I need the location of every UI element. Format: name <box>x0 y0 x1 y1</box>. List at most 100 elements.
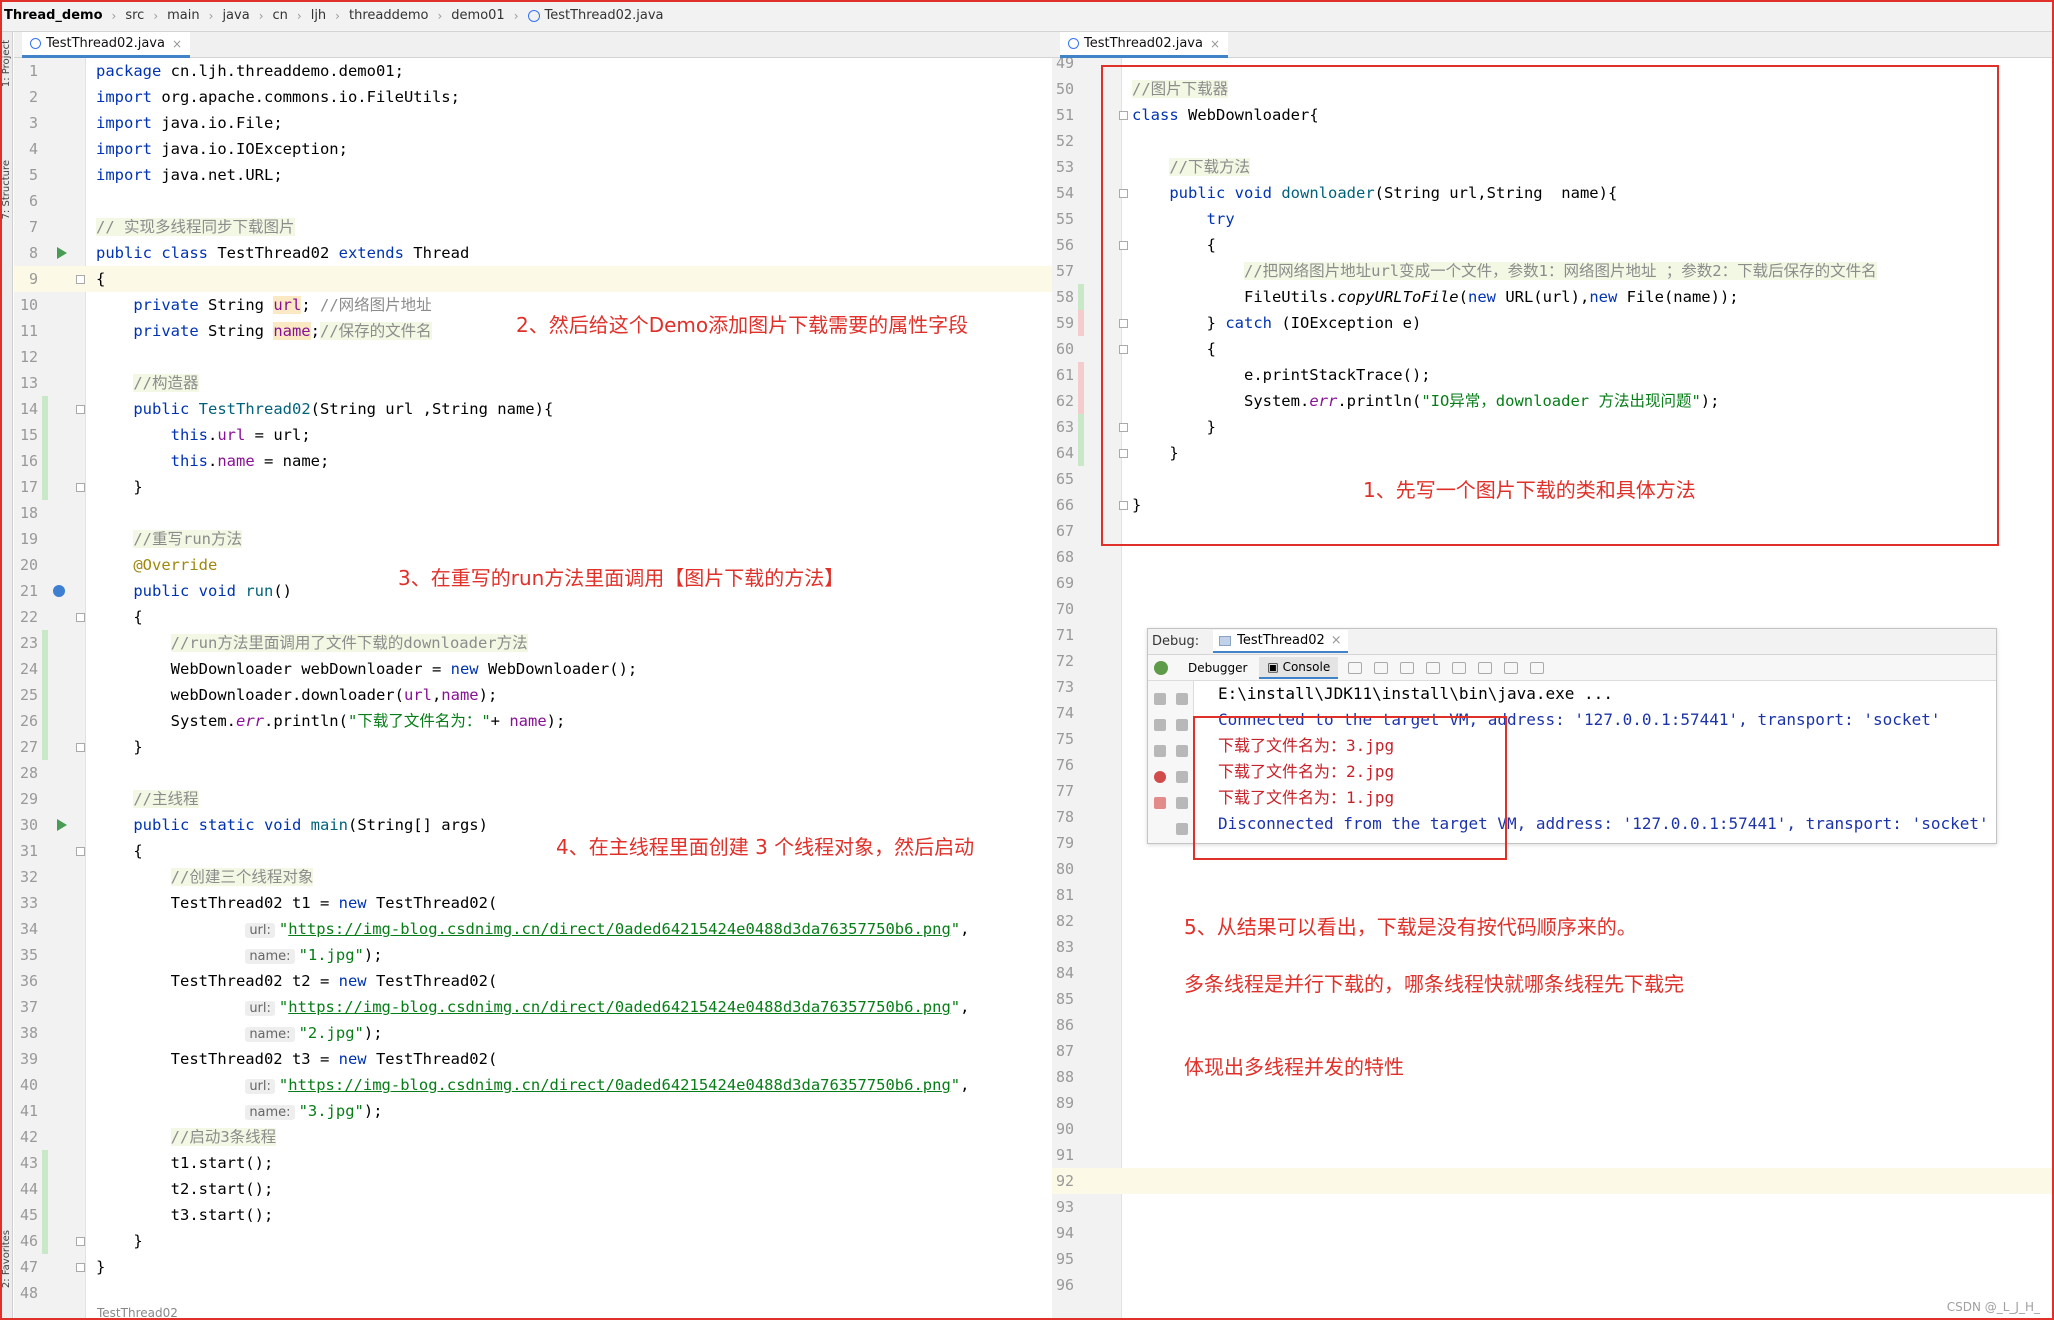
soft-wrap-icon[interactable] <box>1176 745 1188 757</box>
view-breakpoints-icon[interactable] <box>1154 771 1166 783</box>
scroll-to-end-icon[interactable] <box>1176 771 1188 783</box>
code-line[interactable]: 39 TestThread02 t3 = new TestThread02( <box>14 1046 1052 1072</box>
code-line[interactable]: 43 t1.start(); <box>14 1150 1052 1176</box>
code-line[interactable]: 6 <box>14 188 1052 214</box>
breadcrumb-item[interactable]: Thread_demo <box>4 8 103 23</box>
code-line[interactable]: 14 public TestThread02(String url ,Strin… <box>14 396 1052 422</box>
step-over-icon[interactable] <box>1374 661 1389 674</box>
menu-icon[interactable] <box>1348 661 1363 674</box>
breadcrumb-item[interactable]: java <box>222 8 249 23</box>
code-line[interactable]: 32 //创建三个线程对象 <box>14 864 1052 890</box>
step-out-icon[interactable] <box>1452 661 1467 674</box>
code-line[interactable]: 4 import java.io.IOException; <box>14 136 1052 162</box>
code-line[interactable]: 12 <box>14 344 1052 370</box>
left-code-editor[interactable]: 1 package cn.ljh.threaddemo.demo01; 2 impor… <box>14 58 1052 1320</box>
code-line[interactable]: 46 } <box>14 1228 1052 1254</box>
run-to-cursor-icon[interactable] <box>1478 661 1493 674</box>
run-class-icon[interactable] <box>57 247 67 259</box>
breadcrumb-item[interactable]: cn <box>273 8 288 23</box>
stop-icon[interactable] <box>1154 745 1166 757</box>
breadcrumb-item[interactable]: TestThread02.java <box>527 8 663 23</box>
resume-icon[interactable] <box>1154 693 1166 705</box>
code-line[interactable]: 28 <box>14 760 1052 786</box>
force-step-into-icon[interactable] <box>1426 661 1441 674</box>
print-icon[interactable] <box>1176 797 1188 809</box>
close-tab-icon[interactable]: × <box>172 37 182 51</box>
code-line[interactable]: 1 package cn.ljh.threaddemo.demo01; <box>14 58 1052 84</box>
run-main-icon[interactable] <box>57 819 67 831</box>
up-arrow-icon[interactable] <box>1176 693 1188 705</box>
breadcrumb-item[interactable]: src <box>125 8 144 23</box>
breadcrumb-item[interactable]: ljh <box>311 8 326 23</box>
code-line[interactable]: 86 <box>1052 1012 2054 1038</box>
code-line[interactable]: 35 name: "1.jpg"); <box>14 942 1052 968</box>
code-line[interactable]: 38 name: "2.jpg"); <box>14 1020 1052 1046</box>
code-line[interactable]: 15 this.url = url; <box>14 422 1052 448</box>
structure-tool-button[interactable]: 7: Structure <box>0 160 13 219</box>
debug-bug-icon[interactable] <box>1154 660 1168 675</box>
code-line[interactable]: 29 //主线程 <box>14 786 1052 812</box>
debug-session-tab[interactable]: TestThread02 × <box>1213 630 1348 653</box>
code-line[interactable]: 33 TestThread02 t1 = new TestThread02( <box>14 890 1052 916</box>
tab-console[interactable]: ▣ Console <box>1259 656 1339 679</box>
code-line[interactable]: 3 import java.io.File; <box>14 110 1052 136</box>
fold-marker-icon[interactable] <box>76 483 85 492</box>
close-tab-icon[interactable]: × <box>1210 37 1220 51</box>
tab-testthread02-left[interactable]: TestThread02.java × <box>22 32 191 58</box>
fold-marker-icon[interactable] <box>76 405 85 414</box>
code-line[interactable]: 25 webDownloader.downloader(url,name); <box>14 682 1052 708</box>
fold-marker-icon[interactable] <box>76 1263 85 1272</box>
code-line[interactable]: 68 <box>1052 544 2054 570</box>
trace-icon[interactable] <box>1530 661 1545 674</box>
breadcrumb-item[interactable]: threaddemo <box>349 8 428 23</box>
close-debug-session-icon[interactable]: × <box>1331 633 1342 648</box>
code-line[interactable]: 18 <box>14 500 1052 526</box>
code-line[interactable]: 19 //重写run方法 <box>14 526 1052 552</box>
code-line[interactable]: 8 public class TestThread02 extends Threa… <box>14 240 1052 266</box>
code-line[interactable]: 27 } <box>14 734 1052 760</box>
code-line[interactable]: 47} <box>14 1254 1052 1280</box>
fold-marker-icon[interactable] <box>76 847 85 856</box>
code-line[interactable]: 95 <box>1052 1246 2054 1272</box>
step-into-icon[interactable] <box>1400 661 1415 674</box>
code-line[interactable]: 24 WebDownloader webDownloader = new Web… <box>14 656 1052 682</box>
evaluate-icon[interactable] <box>1504 661 1519 674</box>
project-tool-button[interactable]: 1: Project <box>0 40 13 87</box>
code-line[interactable]: 9{ <box>14 266 1052 292</box>
code-line[interactable]: 48 <box>14 1280 1052 1306</box>
code-line[interactable]: 41 name: "3.jpg"); <box>14 1098 1052 1124</box>
code-line[interactable]: 22 { <box>14 604 1052 630</box>
fold-marker-icon[interactable] <box>76 613 85 622</box>
code-line[interactable]: 13 //构造器 <box>14 370 1052 396</box>
code-line[interactable]: 69 <box>1052 570 2054 596</box>
code-line[interactable]: 81 <box>1052 882 2054 908</box>
code-line[interactable]: 2 import org.apache.commons.io.FileUtils; <box>14 84 1052 110</box>
pause-icon[interactable] <box>1154 719 1166 731</box>
code-line[interactable]: 26 System.err.println("下载了文件名为："+ name); <box>14 708 1052 734</box>
code-line[interactable]: 91 <box>1052 1142 2054 1168</box>
tab-testthread02-right[interactable]: TestThread02.java × <box>1060 32 1229 58</box>
down-arrow-icon[interactable] <box>1176 719 1188 731</box>
code-line[interactable]: 92 <box>1052 1168 2054 1194</box>
breadcrumb-item[interactable]: demo01 <box>451 8 504 23</box>
fold-marker-icon[interactable] <box>76 275 85 284</box>
breadcrumb-item[interactable]: main <box>167 8 199 23</box>
code-line[interactable]: 45 t3.start(); <box>14 1202 1052 1228</box>
favorites-tool-button[interactable]: 2: Favorites <box>0 1230 13 1288</box>
code-line[interactable]: 93 <box>1052 1194 2054 1220</box>
code-line[interactable]: 34 url: "https://img-blog.csdnimg.cn/dire… <box>14 916 1052 942</box>
code-line[interactable]: 96 <box>1052 1272 2054 1298</box>
code-line[interactable]: 7 // 实现多线程同步下载图片 <box>14 214 1052 240</box>
code-line[interactable]: 94 <box>1052 1220 2054 1246</box>
code-line[interactable]: 90 <box>1052 1116 2054 1142</box>
code-line[interactable]: 40 url: "https://img-blog.csdnimg.cn/dire… <box>14 1072 1052 1098</box>
override-method-icon[interactable] <box>53 585 65 597</box>
code-line[interactable]: 17 } <box>14 474 1052 500</box>
fold-marker-icon[interactable] <box>76 743 85 752</box>
code-line[interactable]: 36 TestThread02 t2 = new TestThread02( <box>14 968 1052 994</box>
code-line[interactable]: 70 <box>1052 596 2054 622</box>
code-line[interactable]: 16 this.name = name; <box>14 448 1052 474</box>
code-line[interactable]: 5 import java.net.URL; <box>14 162 1052 188</box>
tab-debugger[interactable]: Debugger <box>1180 658 1255 678</box>
mute-breakpoints-icon[interactable] <box>1154 797 1166 809</box>
